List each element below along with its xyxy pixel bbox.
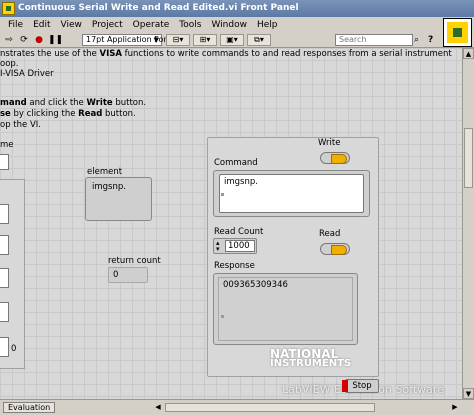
national-instruments-logo: NATIONAL INSTRUMENTS: [270, 348, 352, 369]
menu-tools[interactable]: Tools: [174, 17, 206, 33]
response-indicator-frame: 009365309346: [213, 273, 358, 345]
font-selector[interactable]: 17pt Application Font ▼: [82, 34, 172, 46]
left-control-label: me: [0, 140, 14, 150]
stop-button[interactable]: Stop: [342, 379, 379, 393]
scroll-marker: [221, 315, 224, 318]
response-indicator[interactable]: 009365309346: [218, 277, 353, 341]
response-label: Response: [214, 261, 255, 271]
distribute-objects-button[interactable]: ⊞▾: [193, 34, 217, 46]
read-label: Read: [319, 229, 341, 239]
vertical-scrollbar[interactable]: ▲ ▼: [462, 48, 474, 399]
scroll-right-icon[interactable]: ▶: [450, 402, 460, 413]
element-indicator-frame: imgsnp.: [85, 177, 152, 221]
labview-app-icon: [2, 2, 15, 15]
window-titlebar[interactable]: Continuous Serial Write and Read Edited.…: [0, 0, 474, 17]
horizontal-scroll-thumb[interactable]: [165, 403, 375, 412]
abort-icon[interactable]: ●: [33, 34, 45, 46]
menu-project[interactable]: Project: [87, 17, 128, 33]
run-arrow-icon[interactable]: ⇨: [3, 34, 15, 46]
array-element-field[interactable]: [0, 302, 9, 322]
command-label: Command: [214, 158, 258, 168]
evaluation-status: Evaluation: [3, 402, 56, 413]
write-button[interactable]: [320, 152, 350, 164]
left-control-field[interactable]: [0, 154, 9, 170]
vi-icon[interactable]: [443, 18, 472, 47]
return-count-indicator[interactable]: 0: [108, 267, 148, 283]
command-control-frame: imgsnp.: [213, 170, 370, 217]
pause-icon[interactable]: ❚❚: [48, 34, 63, 46]
ni-logo-line2: INSTRUMENTS: [270, 358, 352, 369]
scroll-marker: [221, 193, 224, 196]
scroll-up-icon[interactable]: ▲: [463, 48, 474, 59]
status-bar: Evaluation ◀ ▶: [0, 399, 474, 415]
menu-edit[interactable]: Edit: [28, 17, 55, 33]
read-count-control: ▴ ▾ 1000: [213, 238, 257, 254]
read-count-input[interactable]: 1000: [225, 240, 255, 252]
menu-file[interactable]: File: [3, 17, 28, 33]
scroll-thumb[interactable]: [464, 128, 473, 188]
toolbar: ⇨ ⟳ ● ❚❚ 17pt Application Font ▼ ⊟▾ ⊞▾ ▣…: [0, 33, 474, 48]
menu-help[interactable]: Help: [252, 17, 283, 33]
menu-view[interactable]: View: [56, 17, 87, 33]
front-panel: nstrates the use of the VISA functions t…: [0, 48, 462, 399]
read-count-label: Read Count: [214, 227, 264, 237]
align-objects-button[interactable]: ⊟▾: [166, 34, 190, 46]
menu-window[interactable]: Window: [206, 17, 252, 33]
element-label: element: [87, 167, 123, 177]
reorder-button[interactable]: ⧉▾: [247, 34, 271, 46]
write-label: Write: [318, 138, 341, 148]
menu-bar: File Edit View Project Operate Tools Win…: [0, 17, 474, 33]
return-count-label: return count: [108, 256, 161, 266]
scroll-left-icon[interactable]: ◀: [153, 402, 163, 413]
help-icon[interactable]: ?: [428, 34, 433, 46]
run-continuously-icon[interactable]: ⟳: [18, 34, 30, 46]
resize-objects-button[interactable]: ▣▾: [220, 34, 244, 46]
array-element-field[interactable]: [0, 268, 9, 288]
menu-operate[interactable]: Operate: [128, 17, 175, 33]
search-icon[interactable]: ⌕: [414, 34, 419, 46]
chevron-down-icon: ▼: [153, 36, 159, 44]
window-title: Continuous Serial Write and Read Edited.…: [18, 3, 299, 13]
array-element-field[interactable]: [0, 204, 9, 224]
decrement-icon[interactable]: ▾: [216, 246, 220, 253]
command-input[interactable]: imgsnp.: [219, 174, 364, 213]
read-button[interactable]: [320, 243, 350, 255]
array-count-value: 0: [11, 344, 17, 354]
search-input[interactable]: Search: [335, 34, 413, 46]
scroll-down-icon[interactable]: ▼: [463, 388, 474, 399]
element-indicator[interactable]: imgsnp.: [88, 180, 149, 218]
array-element-field[interactable]: [0, 337, 9, 357]
array-element-field[interactable]: [0, 235, 9, 255]
